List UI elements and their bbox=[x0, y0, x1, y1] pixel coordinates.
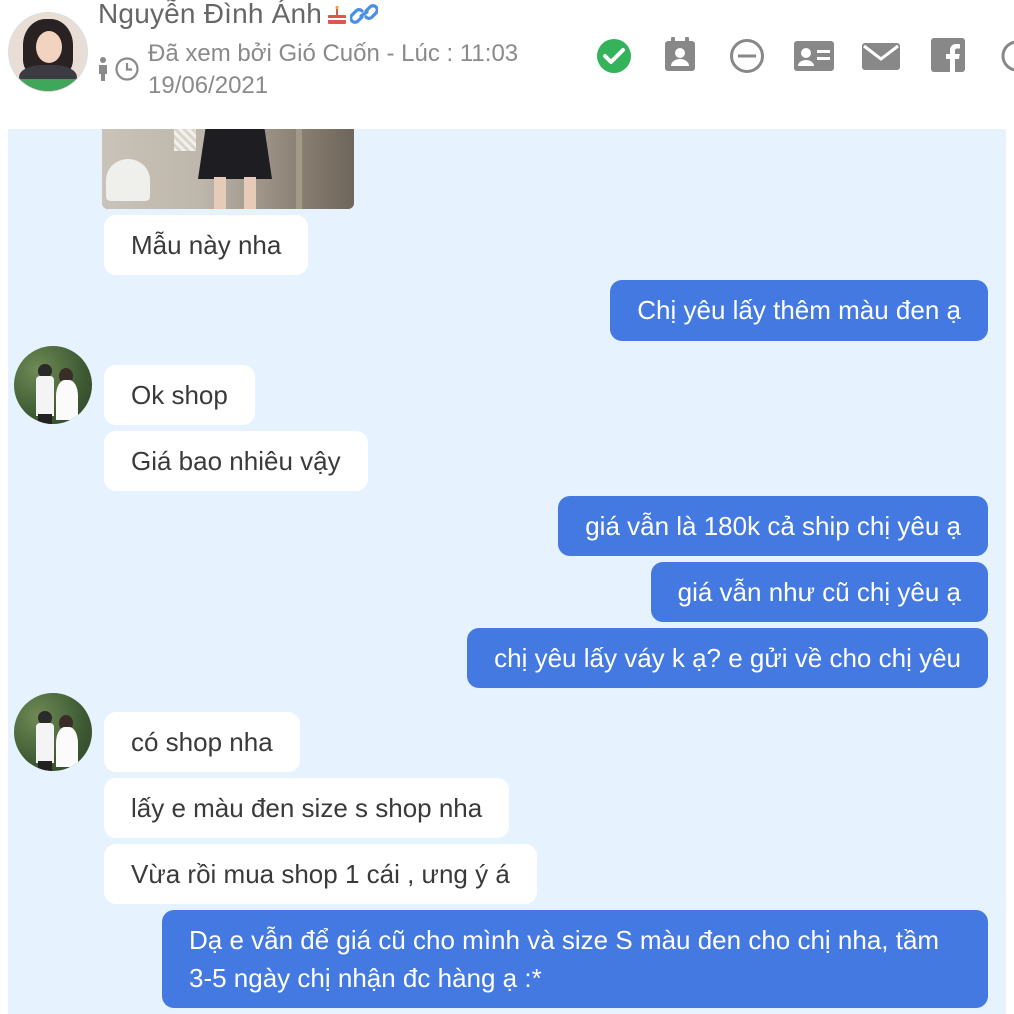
shared-product-photo[interactable] bbox=[102, 129, 354, 209]
mail-icon[interactable] bbox=[861, 36, 901, 76]
block-icon[interactable] bbox=[727, 36, 767, 76]
clock-icon bbox=[114, 56, 140, 87]
message-incoming[interactable]: lấy e màu đen size s shop nha bbox=[104, 778, 510, 838]
contact-avatar[interactable] bbox=[8, 12, 88, 92]
message-outgoing[interactable]: Dạ e vẫn để giá cũ cho mình và size S mà… bbox=[162, 910, 988, 1008]
message-incoming[interactable]: có shop nha bbox=[104, 712, 300, 772]
contact-name-row: Nguyễn Đình Ánh bbox=[98, 0, 379, 32]
customer-avatar[interactable] bbox=[14, 346, 92, 424]
person-icon bbox=[96, 56, 110, 87]
seen-date: 19/06/2021 bbox=[148, 72, 269, 99]
facebook-icon[interactable] bbox=[929, 36, 969, 76]
meta-icons bbox=[96, 56, 140, 87]
message-incoming[interactable]: Vừa rồi mua shop 1 cái , ưng ý á bbox=[104, 844, 537, 904]
message-outgoing[interactable]: Chị yêu lấy thêm màu đen ạ bbox=[610, 280, 988, 341]
seen-status: Đã xem bởi Gió Cuốn - Lúc : 11:03 bbox=[148, 40, 519, 67]
contact-name[interactable]: Nguyễn Đình Ánh bbox=[98, 0, 322, 30]
link-icon[interactable] bbox=[349, 1, 379, 27]
message-incoming[interactable]: Mẫu này nha bbox=[104, 215, 309, 275]
message-incoming[interactable]: Ok shop bbox=[104, 365, 255, 425]
customer-avatar[interactable] bbox=[14, 693, 92, 771]
message-incoming[interactable]: Giá bao nhiêu vậy bbox=[104, 431, 368, 491]
message-outgoing[interactable]: chị yêu lấy váy k ạ? e gửi về cho chị yê… bbox=[467, 628, 988, 688]
more-icon[interactable] bbox=[997, 36, 1014, 76]
message-outgoing[interactable]: giá vẫn là 180k cả ship chị yêu ạ bbox=[558, 496, 988, 556]
message-list[interactable]: Mẫu này nha Chị yêu lấy thêm màu đen ạ O… bbox=[8, 129, 1006, 1014]
birthday-cake-icon bbox=[326, 4, 348, 26]
check-circle-icon[interactable] bbox=[594, 36, 634, 76]
id-card-icon[interactable] bbox=[793, 36, 834, 76]
message-outgoing[interactable]: giá vẫn như cũ chị yêu ạ bbox=[650, 562, 988, 622]
conversation-header: Nguyễn Đình Ánh Đã xem bởi Gió Cuốn - Lú… bbox=[0, 0, 1014, 128]
contact-card-icon[interactable] bbox=[660, 36, 700, 76]
